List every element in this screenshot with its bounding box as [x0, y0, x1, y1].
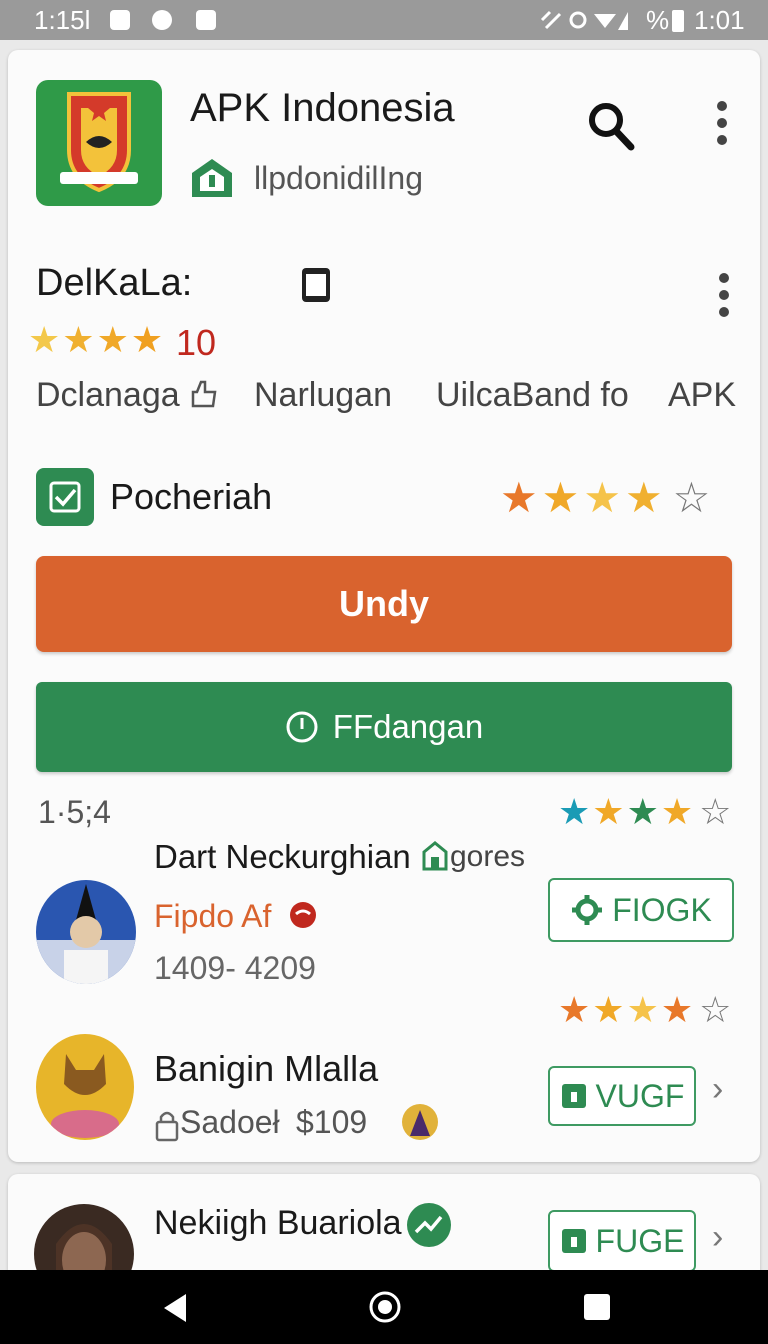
clock-icon	[286, 711, 318, 743]
rating-value: 10	[176, 322, 217, 363]
chevron-right-icon[interactable]: ›	[712, 1218, 723, 1257]
avatar	[402, 1104, 438, 1140]
star-icon: ★	[660, 791, 694, 832]
status-time-right: 1:01	[694, 5, 745, 35]
home-badge-icon	[192, 159, 232, 197]
list-item[interactable]: Nekiigh Buariola FUGE ›	[0, 1190, 768, 1270]
thumbs-up-icon	[191, 380, 217, 408]
signal-icons	[540, 10, 628, 30]
primary-button[interactable]: Undy	[36, 556, 732, 652]
list-item-tag: gores	[450, 840, 526, 873]
list-item-price: $109	[296, 1104, 368, 1140]
list-item-action-button[interactable]: FIOGK	[548, 878, 734, 942]
app-title: APK Indonesia	[190, 86, 455, 130]
star-icon: ★	[96, 319, 129, 360]
star-icon: ★	[624, 474, 663, 521]
lock-icon	[155, 1111, 179, 1142]
back-icon[interactable]	[160, 1292, 190, 1324]
list-rating-stars: ★ ★ ★ ★ ☆	[558, 992, 731, 1028]
star-icon: ★	[62, 319, 95, 360]
secondary-button[interactable]: FFdangan	[36, 682, 732, 772]
tab-label: Dclanaga	[36, 376, 180, 414]
status-time-left: 1:15l	[34, 5, 91, 35]
star-icon: ★	[130, 319, 164, 360]
checkbox-rating-stars[interactable]: ★ ★ ★ ★ ☆	[500, 474, 711, 521]
tab-narlugan[interactable]: Narlugan	[254, 376, 392, 415]
list-item-action-button[interactable]: VUGF	[548, 1066, 696, 1126]
checkbox-icon[interactable]	[36, 468, 94, 526]
list-item[interactable]: Dart Neckurghian gores Fipdo Af 1409- 42…	[0, 830, 768, 1000]
star-icon: ★	[592, 791, 625, 832]
avatar	[34, 1204, 134, 1270]
list-item[interactable]: Banigin Mlalla Sadoeł $109 VUGF ›	[0, 1030, 768, 1155]
list-rating-stars: ★ ★ ★ ★ ☆	[558, 794, 731, 830]
star-icon: ★	[592, 989, 625, 1030]
secondary-button-label: FFdangan	[332, 708, 484, 745]
gear-icon	[572, 895, 603, 925]
shield-logo-icon	[60, 92, 138, 193]
battery-percent: %	[646, 5, 670, 35]
star-icon: ★	[626, 989, 659, 1030]
star-outline-icon: ☆	[672, 474, 711, 521]
avatar	[36, 1034, 134, 1140]
navigation-bar	[0, 1270, 768, 1344]
app-logo	[36, 80, 162, 206]
list-item-title: Dart Neckurghian	[154, 838, 411, 875]
more-vert-icon[interactable]	[712, 100, 732, 146]
list-item-subtitle: Fipdo Af	[154, 898, 272, 934]
notification-icon	[152, 10, 172, 30]
recents-icon[interactable]	[582, 1292, 612, 1322]
notification-icon	[196, 10, 216, 30]
list-item-detail: 1409- 4209	[154, 950, 316, 986]
status-bar: 1:15l % 1:01	[0, 0, 768, 40]
chevron-right-icon[interactable]: ›	[712, 1070, 723, 1109]
star-icon: ★	[500, 474, 538, 521]
checkbox-label: Pocheriah	[110, 476, 273, 517]
star-icon: ★	[28, 319, 61, 360]
search-icon[interactable]	[586, 100, 636, 152]
action-label: FUGE	[595, 1222, 685, 1259]
list-count: 1·5;4	[38, 794, 111, 830]
app-subtitle: llpdonidilIng	[254, 160, 424, 196]
badge-icon	[290, 902, 316, 928]
list-item-subtitle: Sadoeł	[180, 1104, 280, 1140]
smartphone-icon	[302, 268, 330, 302]
notification-icon	[110, 10, 130, 30]
star-icon: ★	[583, 474, 621, 521]
action-label: FIOGK	[612, 891, 712, 928]
action-label: VUGF	[595, 1077, 685, 1114]
star-icon: ★	[558, 989, 591, 1030]
tab-apk[interactable]: APK	[668, 376, 736, 415]
star-outline-icon: ☆	[699, 791, 732, 832]
trending-icon	[407, 1203, 451, 1247]
star-icon: ★	[541, 474, 580, 521]
home-icon[interactable]	[368, 1290, 402, 1324]
battery-icon	[672, 10, 684, 32]
rating-stars: ★ ★ ★ ★	[28, 322, 163, 358]
star-icon: ★	[660, 989, 694, 1030]
star-outline-icon: ☆	[699, 989, 732, 1030]
tab-dclanaga[interactable]: Dclanaga	[36, 376, 217, 415]
list-item-title: Banigin Mlalla	[154, 1048, 379, 1089]
avatar	[36, 880, 136, 984]
list-item-title: Nekiigh Buariola	[154, 1204, 402, 1242]
star-icon: ★	[558, 791, 591, 832]
store-icon	[422, 841, 448, 871]
save-icon	[561, 1084, 586, 1108]
more-vert-icon[interactable]	[714, 272, 734, 318]
save-icon	[561, 1229, 586, 1253]
list-item-action-button[interactable]: FUGE	[548, 1210, 696, 1270]
tab-uilcaband[interactable]: UilcaBand fo	[436, 376, 629, 415]
star-icon: ★	[626, 791, 659, 832]
section-title: DelKaLa:	[36, 262, 193, 304]
